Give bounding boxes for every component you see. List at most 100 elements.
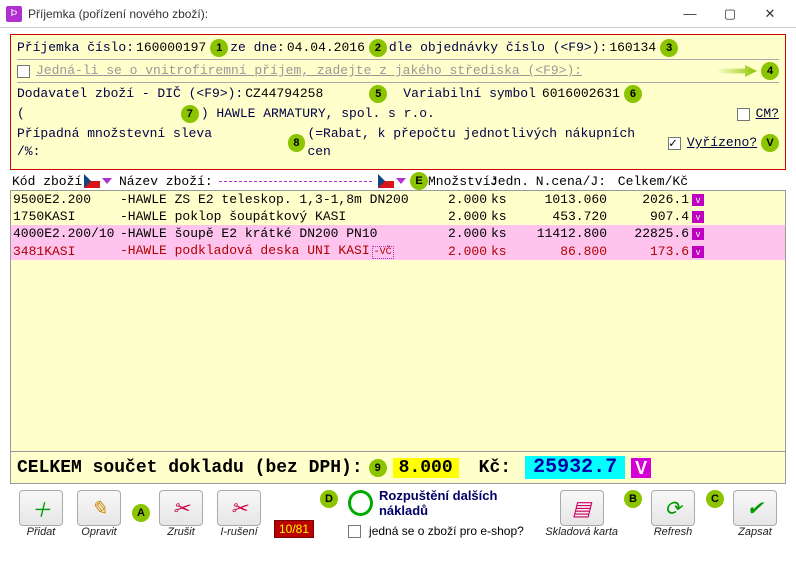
toolbar: ＋ Přidat ✎ Opravit A ✂ Zrušit ✂ I-rušení… (10, 484, 786, 538)
add-label: Přidat (27, 526, 56, 538)
costs-label: Rozpuštění dalších nákladů (379, 488, 541, 518)
table-row[interactable]: 9500E2.200-HAWLE ZS E2 teleskop. 1,3-1,8… (11, 191, 785, 208)
tag-C: C (706, 490, 724, 508)
col-qty: Množství: (428, 174, 490, 189)
internal-label: Jedná-li se o vnitrofiremní příjem, zade… (36, 62, 582, 80)
titlebar: Þ Příjemka (pořízení nového zboží): — ▢ … (0, 0, 796, 28)
firma-post: ) HAWLE ARMATURY, spol. s r.o. (201, 105, 435, 123)
maximize-button[interactable]: ▢ (710, 1, 750, 27)
minimize-button[interactable]: — (670, 1, 710, 27)
card-icon: ▤ (560, 490, 604, 526)
cell-code: 4000E2.200/10 (13, 226, 120, 241)
idelete-label: I-rušení (220, 526, 257, 538)
cell-name: -HAWLE podkladová deska UNI KASI-VČ (120, 243, 429, 259)
save-button[interactable]: ✔ Zapsat (728, 490, 782, 538)
app-icon: Þ (6, 6, 22, 22)
tag-3: 3 (660, 39, 678, 57)
plus-icon: ＋ (19, 490, 63, 526)
prijemka-label: Příjemka číslo: (17, 39, 134, 57)
grid-header: Kód zboží Název zboží: E Množství: Jedn.… (10, 172, 786, 190)
tag-A: A (132, 504, 150, 522)
obj-number[interactable]: 160134 (609, 39, 656, 57)
ze-dne-value[interactable]: 04.04.2016 (287, 39, 365, 57)
refresh-button[interactable]: ⟳ Refresh (646, 490, 700, 538)
tag-1: 1 (210, 39, 228, 57)
stock-card-label: Skladová karta (545, 526, 618, 538)
cm-checkbox[interactable] (737, 108, 750, 121)
sort-code-icon[interactable] (102, 178, 112, 184)
table-row[interactable]: 3481KASI-HAWLE podkladová deska UNI KASI… (11, 242, 785, 260)
cell-mark[interactable]: v (691, 192, 705, 207)
dic-value[interactable]: CZ44794258 (245, 85, 323, 103)
tag-2: 2 (369, 39, 387, 57)
cell-price: 1013.060 (521, 192, 611, 207)
add-button[interactable]: ＋ Přidat (14, 490, 68, 538)
cell-mark[interactable]: v (691, 226, 705, 241)
tag-6: 6 (624, 85, 642, 103)
tag-E: E (410, 172, 428, 190)
tag-B: B (624, 490, 642, 508)
tag-7: 7 (181, 105, 199, 123)
cell-mark[interactable]: v (691, 244, 705, 259)
vyrizeno-checkbox[interactable] (668, 137, 681, 150)
cell-code: 3481KASI (13, 244, 120, 259)
vs-value[interactable]: 6016002631 (542, 85, 620, 103)
refresh-icon: ⟳ (651, 490, 695, 526)
cell-price: 11412.800 (521, 226, 611, 241)
save-label: Zapsat (738, 526, 772, 538)
dle-obj-label: dle objednávky číslo (<F9>): (389, 39, 607, 57)
cell-unit: ks (491, 244, 521, 259)
eshop-label: jedná se o zboží pro e-shop? (369, 524, 524, 538)
col-code[interactable]: Kód zboží (12, 174, 82, 189)
col-name[interactable]: Název zboží: (119, 174, 213, 189)
cell-code: 1750KASI (13, 209, 120, 224)
tag-5: 5 (369, 85, 387, 103)
cm-label: CM? (756, 105, 779, 123)
scissors2-icon: ✂ (217, 490, 261, 526)
vs-label: Variabilní symbol (403, 85, 536, 103)
flag-cz-icon (84, 174, 100, 188)
total-label: CELKEM součet dokladu (bez DPH): (17, 458, 363, 478)
prijemka-number[interactable]: 160000197 (136, 39, 206, 57)
cell-total: 22825.6 (611, 226, 691, 241)
idelete-button[interactable]: ✂ I-rušení (212, 490, 266, 538)
eshop-checkbox[interactable] (348, 525, 361, 538)
total-kc: 25932.7 (525, 456, 625, 479)
cell-total: 2026.1 (611, 192, 691, 207)
table-row[interactable]: 4000E2.200/10-HAWLE šoupě E2 krátké DN20… (11, 225, 785, 242)
sleva-label: Případná množstevní sleva /%: (17, 125, 242, 161)
big-v-icon[interactable]: V (631, 458, 651, 478)
costs-link[interactable]: Rozpuštění dalších nákladů (348, 488, 541, 518)
cell-qty: 2.000 (429, 209, 491, 224)
vyrizeno-label: Vyřízeno? (687, 134, 757, 152)
stock-card-button[interactable]: ▤ Skladová karta (545, 490, 618, 538)
tag-V: V (761, 134, 779, 152)
kc-label: Kč: (479, 458, 511, 478)
cell-total: 173.6 (611, 244, 691, 259)
col-unit: Jedn. (490, 174, 520, 189)
close-button[interactable]: ✕ (750, 1, 790, 27)
items-grid[interactable]: 9500E2.200-HAWLE ZS E2 teleskop. 1,3-1,8… (10, 190, 786, 452)
window-title: Příjemka (pořízení nového zboží): (28, 7, 670, 21)
cell-name: -HAWLE šoupě E2 krátké DN200 PN10 (120, 226, 429, 241)
tag-9: 9 (369, 459, 387, 477)
cell-name: -HAWLE poklop šoupátkový KASI (120, 209, 429, 224)
arrow-4-icon (717, 65, 757, 77)
internal-checkbox[interactable] (17, 65, 30, 78)
cell-qty: 2.000 (429, 244, 491, 259)
col-price: N.cena/J: (520, 174, 610, 189)
cell-unit: ks (491, 226, 521, 241)
cancel-button[interactable]: ✂ Zrušit (154, 490, 208, 538)
tag-4: 4 (761, 62, 779, 80)
tag-8: 8 (288, 134, 306, 152)
edit-button[interactable]: ✎ Opravit (72, 490, 126, 538)
cell-mark[interactable]: v (691, 209, 705, 224)
scissors-icon: ✂ (159, 490, 203, 526)
cell-name: -HAWLE ZS E2 teleskop. 1,3-1,8m DN200 (120, 192, 429, 207)
sort-name-icon[interactable] (396, 178, 406, 184)
check-icon: ✔ (733, 490, 777, 526)
firma-pre: ( (17, 105, 25, 123)
table-row[interactable]: 1750KASI-HAWLE poklop šoupátkový KASI2.0… (11, 208, 785, 225)
total-qty: 8.000 (393, 458, 459, 478)
cell-price: 453.720 (521, 209, 611, 224)
